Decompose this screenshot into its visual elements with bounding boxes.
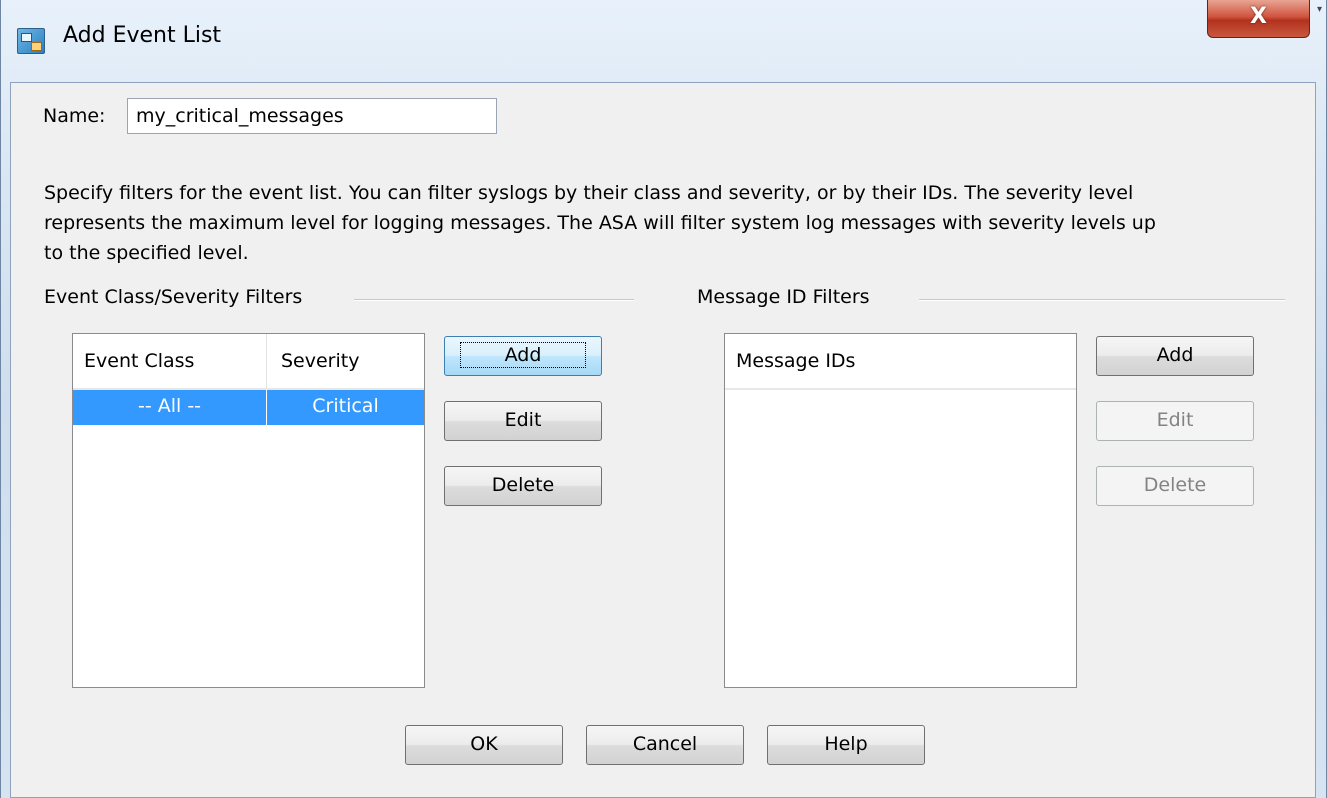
event-class-group-title: Event Class/Severity Filters: [44, 286, 303, 308]
help-button[interactable]: Help: [767, 725, 925, 765]
event-class-table[interactable]: Event Class Severity -- All -- Critical: [72, 333, 425, 688]
cell-event-class: -- All --: [73, 390, 267, 425]
group-divider: [919, 299, 1285, 301]
message-id-edit-button: Edit: [1096, 401, 1254, 441]
cancel-button[interactable]: Cancel: [586, 725, 744, 765]
name-label: Name:: [43, 105, 106, 127]
window-title: Add Event List: [63, 23, 222, 48]
cell-severity: Critical: [312, 395, 379, 417]
message-id-delete-button: Delete: [1096, 466, 1254, 506]
description-line: Specify filters for the event list. You …: [44, 182, 1134, 204]
event-class-add-button[interactable]: Add: [444, 336, 602, 376]
close-button[interactable]: X: [1207, 0, 1310, 38]
header-separator: [725, 388, 1076, 390]
description-line: to the specified level.: [44, 242, 249, 264]
dialog-body: Name: Specify filters for the event list…: [10, 82, 1316, 798]
column-header-severity[interactable]: Severity: [267, 334, 424, 389]
asdm-app-icon: [17, 28, 45, 54]
table-row[interactable]: -- All -- Critical: [73, 390, 424, 425]
ok-button[interactable]: OK: [405, 725, 563, 765]
message-id-table[interactable]: Message IDs: [724, 333, 1077, 688]
description-line: represents the maximum level for logging…: [44, 212, 1156, 234]
resize-corner-icon: ▾: [1317, 4, 1323, 15]
add-event-list-dialog: Add Event List X ▾ Name: Specify filters…: [0, 0, 1327, 798]
column-header-event-class[interactable]: Event Class: [73, 334, 267, 389]
message-id-group-title: Message ID Filters: [697, 286, 870, 308]
name-input[interactable]: [127, 98, 497, 134]
description-text: Specify filters for the event list. You …: [44, 178, 1299, 268]
event-class-edit-button[interactable]: Edit: [444, 401, 602, 441]
group-divider: [354, 299, 634, 301]
message-id-add-button[interactable]: Add: [1096, 336, 1254, 376]
column-header-message-ids[interactable]: Message IDs: [725, 334, 1076, 389]
event-class-delete-button[interactable]: Delete: [444, 466, 602, 506]
title-bar[interactable]: Add Event List X ▾: [1, 0, 1327, 82]
